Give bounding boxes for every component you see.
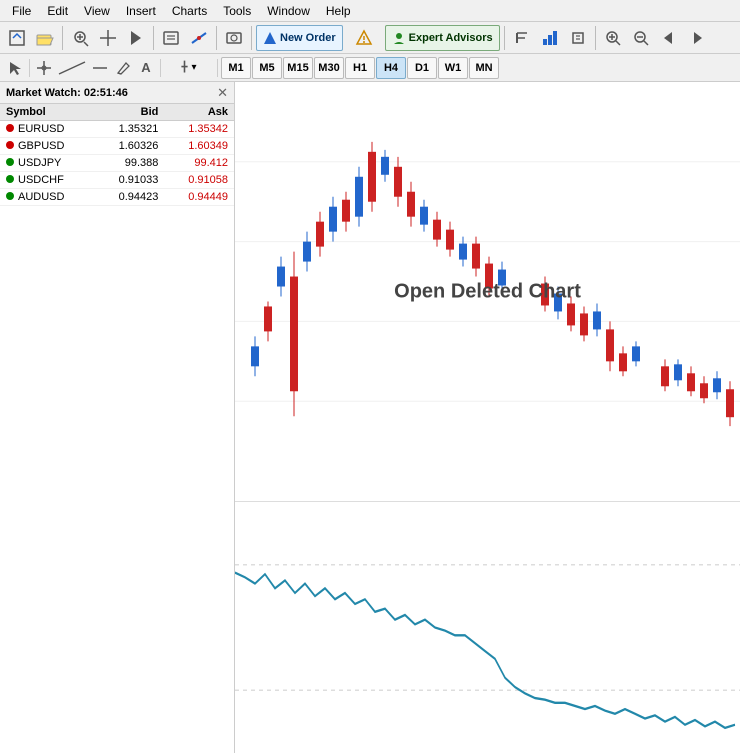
- menu-view[interactable]: View: [76, 2, 118, 20]
- ask-usdjpy: 99.412: [164, 155, 234, 172]
- sep-tf1: [29, 59, 30, 77]
- col-ask: Ask: [164, 104, 234, 121]
- col-symbol: Symbol: [0, 104, 95, 121]
- sep5: [504, 26, 505, 50]
- tf-w1[interactable]: W1: [438, 57, 468, 79]
- tf-m5[interactable]: M5: [252, 57, 282, 79]
- pencil-tool[interactable]: [112, 57, 134, 79]
- zoom-in-chart-button[interactable]: [600, 25, 626, 51]
- market-watch-close-button[interactable]: ✕: [217, 85, 228, 101]
- tf-m1[interactable]: M1: [221, 57, 251, 79]
- menu-charts[interactable]: Charts: [164, 2, 215, 20]
- expert-advisors-button[interactable]: Expert Advisors: [385, 25, 500, 51]
- bid-gbpusd: 1.60326: [95, 138, 165, 155]
- scroll-right-button[interactable]: [684, 25, 710, 51]
- menu-edit[interactable]: Edit: [39, 2, 76, 20]
- tf-h1[interactable]: H1: [345, 57, 375, 79]
- table-row[interactable]: USDCHF 0.91033 0.91058: [0, 172, 234, 189]
- indicator-list-button[interactable]: [186, 25, 212, 51]
- symbol-usdjpy: USDJPY: [0, 155, 95, 172]
- hline-tool[interactable]: [89, 57, 111, 79]
- sep-tf3: [217, 59, 218, 77]
- scripts-button[interactable]: [565, 25, 591, 51]
- tf-m30[interactable]: M30: [314, 57, 344, 79]
- symbol-gbpusd: GBPUSD: [0, 138, 95, 155]
- bid-eurusd: 1.35321: [95, 121, 165, 138]
- crosshair-button[interactable]: [95, 25, 121, 51]
- bid-usdchf: 0.91033: [95, 172, 165, 189]
- line-tool[interactable]: [56, 57, 88, 79]
- bid-usdjpy: 99.388: [95, 155, 165, 172]
- text-tool[interactable]: A: [135, 57, 157, 79]
- properties-button[interactable]: [158, 25, 184, 51]
- tf-d1[interactable]: D1: [407, 57, 437, 79]
- tf-m15[interactable]: M15: [283, 57, 313, 79]
- sep1: [62, 26, 63, 50]
- sep6: [595, 26, 596, 50]
- cursor-tool[interactable]: [4, 57, 26, 79]
- new-chart-button[interactable]: [4, 25, 30, 51]
- market-watch-title: Market Watch: 02:51:46: [6, 87, 128, 99]
- open-button[interactable]: [32, 25, 58, 51]
- table-row[interactable]: GBPUSD 1.60326 1.60349: [0, 138, 234, 155]
- new-order-button[interactable]: New Order: [256, 25, 343, 51]
- candlestick-chart: Open Deleted Chart: [235, 82, 740, 502]
- sep-tf2: [160, 59, 161, 77]
- toolbar-1: New Order Expert Advisors: [0, 22, 740, 54]
- ask-eurusd: 1.35342: [164, 121, 234, 138]
- menu-help[interactable]: Help: [318, 2, 359, 20]
- ask-audusd: 0.94449: [164, 189, 234, 206]
- market-watch-table: Symbol Bid Ask EURUSD 1.35321 1.35342 GB…: [0, 104, 234, 206]
- alert-button[interactable]: [351, 25, 377, 51]
- history-center-button[interactable]: [509, 25, 535, 51]
- menu-bar: File Edit View Insert Charts Tools Windo…: [0, 0, 740, 22]
- symbol-usdchf: USDCHF: [0, 172, 95, 189]
- tf-h4[interactable]: H4: [376, 57, 406, 79]
- table-row[interactable]: EURUSD 1.35321 1.35342: [0, 121, 234, 138]
- strategy-tester-button[interactable]: [537, 25, 563, 51]
- ask-gbpusd: 1.60349: [164, 138, 234, 155]
- screenshot-button[interactable]: [221, 25, 247, 51]
- candlestick-svg: [235, 82, 740, 501]
- table-row[interactable]: AUDUSD 0.94423 0.94449: [0, 189, 234, 206]
- indicator-chart: [235, 502, 740, 753]
- bid-audusd: 0.94423: [95, 189, 165, 206]
- indicator-svg: [235, 502, 740, 753]
- sep4: [251, 26, 252, 50]
- menu-file[interactable]: File: [4, 2, 39, 20]
- zoom-out-chart-button[interactable]: [628, 25, 654, 51]
- market-watch-panel: Market Watch: 02:51:46 ✕ Symbol Bid Ask …: [0, 82, 235, 753]
- symbol-eurusd: EURUSD: [0, 121, 95, 138]
- main-area: Market Watch: 02:51:46 ✕ Symbol Bid Ask …: [0, 82, 740, 753]
- scroll-left-button[interactable]: [656, 25, 682, 51]
- toolbar-2: A ╋ ▾ M1 M5 M15 M30 H1 H4 D1 W1 MN: [0, 54, 740, 82]
- symbol-audusd: AUDUSD: [0, 189, 95, 206]
- price-dropdown[interactable]: ╋ ▾: [164, 57, 214, 79]
- col-bid: Bid: [95, 104, 165, 121]
- tf-mn[interactable]: MN: [469, 57, 499, 79]
- crosshair-tool[interactable]: [33, 57, 55, 79]
- menu-insert[interactable]: Insert: [118, 2, 164, 20]
- chart-area: Open Deleted Chart: [235, 82, 740, 753]
- arrow-button[interactable]: [123, 25, 149, 51]
- market-watch-header: Market Watch: 02:51:46 ✕: [0, 82, 234, 104]
- zoom-in-button[interactable]: [67, 25, 93, 51]
- table-row[interactable]: USDJPY 99.388 99.412: [0, 155, 234, 172]
- menu-window[interactable]: Window: [259, 2, 318, 20]
- menu-tools[interactable]: Tools: [215, 2, 259, 20]
- sep2: [153, 26, 154, 50]
- ask-usdchf: 0.91058: [164, 172, 234, 189]
- sep3: [216, 26, 217, 50]
